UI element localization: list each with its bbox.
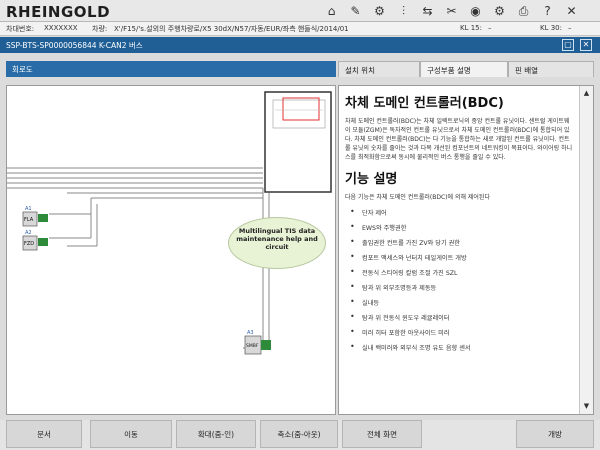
component-id: A3 — [247, 330, 254, 336]
close-icon[interactable]: ✕ — [562, 2, 581, 20]
component-fzd: A2 FZD — [22, 230, 48, 251]
camera-icon[interactable]: ◉ — [466, 2, 485, 20]
vehicle-value: X'/F15/'s.설외의 주행차량로/X5 30dX/N57/자동/EUR/좌… — [114, 25, 349, 33]
component-name: SMBF — [246, 343, 259, 349]
doc-paragraph: 다음 기능은 차체 도메인 컨트롤러(BDC)에 의해 제어된다 — [345, 194, 490, 201]
zoom-in-button[interactable]: 확대(줌-인) — [176, 420, 256, 448]
help-callout: Multilingual TIS data maintenance help a… — [228, 217, 326, 269]
tab-component-description[interactable]: 구성부품 설명 — [420, 61, 508, 77]
tab-pin-layout[interactable]: 핀 배열 — [508, 61, 594, 77]
list-item: 실내 백미러와 외부식 조명 유도 음향 센서 — [345, 342, 573, 358]
maximize-icon[interactable]: ▢ — [562, 39, 574, 51]
car-icon[interactable]: ⚙ — [370, 2, 389, 20]
close-icon[interactable]: ✕ — [580, 39, 592, 51]
swap-icon[interactable]: ⇆ — [418, 2, 437, 20]
printer-icon[interactable]: ⎙ — [514, 2, 533, 20]
scroll-down-icon[interactable]: ▼ — [580, 400, 593, 413]
vin-label: 차대번호: — [6, 25, 35, 33]
vehicle-label: 차량: — [92, 25, 108, 33]
list-item: 탐과 위 외부조명등과 제동등 — [345, 282, 573, 298]
connector — [38, 238, 48, 246]
component-name: FZD — [24, 241, 34, 247]
help-icon[interactable]: ? — [538, 2, 557, 20]
list-item: 출입권한 컨트롤 가진 ZV와 당기 권한 — [345, 237, 573, 253]
component-smbf: A3 SMBF — [244, 330, 271, 355]
move-button[interactable]: 이동 — [90, 420, 172, 448]
window-title: SSP-BTS-SP0000056844 K-CAN2 버스 — [6, 41, 143, 50]
connector — [261, 340, 271, 350]
app-brand: RHEINGOLD — [6, 3, 111, 21]
gear-icon[interactable]: ⚙ — [490, 2, 509, 20]
connector — [38, 214, 48, 222]
scroll-up-icon[interactable]: ▲ — [580, 87, 593, 100]
kl30-value: – — [568, 24, 572, 32]
kl30-label: KL 30: — [540, 24, 562, 32]
vehicle-info-bar: 차대번호: XXXXXXX 차량: X'/F15/'s.설외의 주행차량로/X5… — [0, 22, 600, 36]
document-button[interactable]: 문서 — [6, 420, 82, 448]
component-name: FLA — [24, 217, 34, 223]
list-item: 단자 제어 — [345, 207, 573, 223]
component-id: A1 — [25, 206, 32, 212]
tools-icon[interactable]: ✂ — [442, 2, 461, 20]
zoom-out-button[interactable]: 축소(줌-아웃) — [260, 420, 338, 448]
overview-frame — [264, 91, 332, 193]
doc-scrollbar[interactable]: ▲ ▼ — [579, 86, 593, 414]
doc-paragraph: 차체 도메인 컨트롤러(BDC)는 차체 일렉트로닉의 중앙 컨트롤 유닛이다.… — [345, 118, 573, 161]
component-id: A2 — [25, 230, 32, 236]
fullscreen-button[interactable]: 전체 화면 — [342, 420, 422, 448]
top-bar: RHEINGOLD ⌂ ✎ ⚙ ⫶ ⇆ ✂ ◉ ⚙ ⎙ ? ✕ — [0, 0, 600, 22]
open-button[interactable]: 개방 — [516, 420, 594, 448]
list-item: EWS와 주행권한 — [345, 222, 573, 238]
toolbar-icons: ⌂ ✎ ⚙ ⫶ ⇆ ✂ ◉ ⚙ ⎙ ? ✕ — [322, 2, 581, 20]
chart-icon[interactable]: ⫶ — [394, 2, 413, 20]
list-item: 실내등 — [345, 297, 573, 313]
doc-subheading: 기능 설명 — [345, 172, 398, 187]
component-description-panel: 차체 도메인 컨트롤러(BDC) 차체 도메인 컨트롤러(BDC)는 차체 일렉… — [338, 85, 594, 415]
function-list: 단자 제어 EWS와 주행권한 출입권한 컨트롤 가진 ZV와 당기 권한 컴포… — [345, 207, 573, 358]
tab-circuit-diagram[interactable]: 회로도 — [6, 61, 336, 77]
window-title-bar: SSP-BTS-SP0000056844 K-CAN2 버스 ▢ ✕ — [0, 37, 600, 53]
list-item: 탐과 위 전동식 윈도우 레귤레이터 — [345, 312, 573, 328]
list-item: 전동식 스티어링 칼럼 조절 가진 SZL — [345, 267, 573, 283]
wrench-icon[interactable]: ✎ — [346, 2, 365, 20]
kl15-label: KL 15: — [460, 24, 482, 32]
tab-install-location[interactable]: 설치 위치 — [338, 61, 420, 77]
home-icon[interactable]: ⌂ — [322, 2, 341, 20]
kl15-value: – — [488, 24, 492, 32]
right-tab-bar: 설치 위치 구성부품 설명 핀 배열 — [338, 61, 594, 77]
list-item: 미러 히터 포함한 아웃사이드 미러 — [345, 327, 573, 343]
diagram-overview-map — [264, 91, 332, 193]
doc-heading: 차체 도메인 컨트롤러(BDC) — [345, 96, 504, 111]
component-fla: A1 FLA — [22, 206, 48, 227]
vin-value: XXXXXXX — [44, 24, 78, 32]
list-item: 컴포트 액세스와 넌터치 테일게이트 개방 — [345, 252, 573, 268]
footer-bar: 문서 이동 확대(줌-인) 축소(줌-아웃) 전체 화면 개방 — [0, 420, 600, 450]
circuit-diagram[interactable]: A1 FLA A2 FZD A3 SMBF Multilingual TIS d… — [6, 85, 336, 415]
